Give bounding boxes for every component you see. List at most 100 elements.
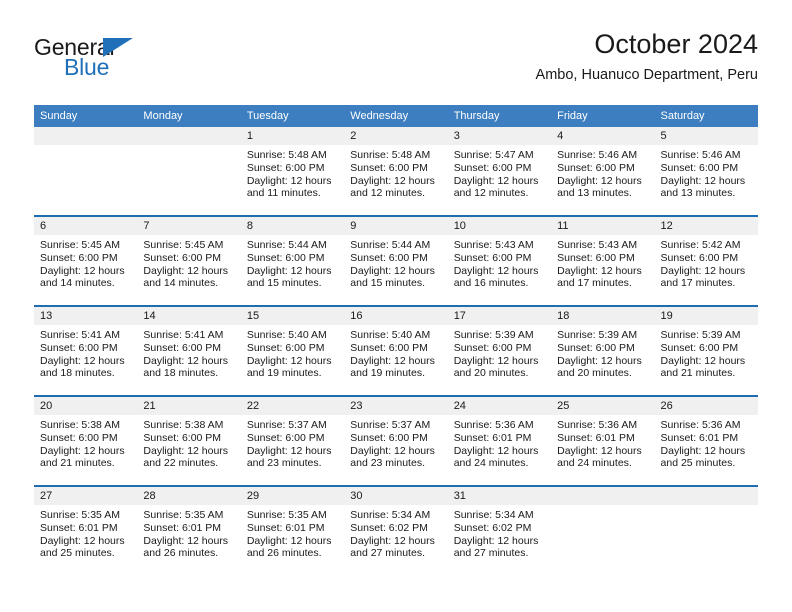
calendar-day-cell[interactable]: 3 Sunrise: 5:47 AM Sunset: 6:00 PM Daylight… [447,127,552,216]
brand-logo[interactable]: General Blue [34,36,214,86]
calendar-day-cell[interactable]: 25 Sunrise: 5:36 AM Sunset: 6:01 PM Dayligh… [551,395,655,486]
sunset-time: Sunset: 6:00 PM [246,161,325,174]
calendar-day-cell[interactable]: 9 Sunrise: 5:44 AM Sunset: 6:00 PM Daylight… [344,215,448,306]
sunset-time: Sunset: 6:00 PM [557,251,635,264]
day-cell-content: 7 Sunrise: 5:45 AM Sunset: 6:00 PM Daylight… [137,217,241,305]
sunset-time: Sunset: 6:01 PM [453,431,532,444]
sunrise-time: Sunrise: 5:37 AM [350,419,431,431]
calendar-day-cell[interactable]: 24 Sunrise: 5:36 AM Sunset: 6:01 PM Dayligh… [447,395,552,486]
daylight-duration: Daylight: 12 hours and 20 minutes. [557,354,642,380]
calendar-day-cell[interactable]: 14 Sunrise: 5:41 AM Sunset: 6:00 PM Dayligh… [137,305,241,396]
calendar-day-cell[interactable]: 26 Sunrise: 5:36 AM Sunset: 6:01 PM Dayligh… [654,395,758,486]
day-sun-info: Sunrise: 5:35 AM Sunset: 6:01 PM Daylight:… [137,505,240,560]
sunset-time: Sunset: 6:00 PM [350,251,428,264]
calendar-day-cell[interactable]: 29 Sunrise: 5:35 AM Sunset: 6:01 PM Dayligh… [240,485,345,575]
day-cell-content: 25 Sunrise: 5:36 AM Sunset: 6:01 PM Dayligh… [551,397,655,485]
day-number: 24 [447,397,552,415]
sunset-time: Sunset: 6:02 PM [453,521,532,534]
day-cell-content: 26 Sunrise: 5:36 AM Sunset: 6:01 PM Dayligh… [654,397,758,485]
day-sun-info: Sunrise: 5:39 AM Sunset: 6:00 PM Daylight:… [551,325,654,380]
calendar-body: 1 Sunrise: 5:48 AM Sunset: 6:00 PM Daylight… [34,127,758,575]
day-cell-content: 14 Sunrise: 5:41 AM Sunset: 6:00 PM Dayligh… [137,307,241,395]
calendar-day-cell [34,127,138,216]
calendar-day-cell[interactable]: 20 Sunrise: 5:38 AM Sunset: 6:00 PM Dayligh… [34,395,138,486]
calendar-day-cell[interactable]: 31 Sunrise: 5:34 AM Sunset: 6:02 PM Dayligh… [447,485,552,575]
sunrise-time: Sunrise: 5:39 AM [557,329,638,341]
sunset-time: Sunset: 6:01 PM [143,521,222,534]
calendar-day-cell[interactable]: 13 Sunrise: 5:41 AM Sunset: 6:00 PM Dayligh… [34,305,138,396]
day-sun-info: Sunrise: 5:45 AM Sunset: 6:00 PM Daylight:… [34,235,137,290]
daylight-duration: Daylight: 12 hours and 16 minutes. [453,264,539,290]
sunrise-time: Sunrise: 5:34 AM [453,509,534,521]
daylight-duration: Daylight: 12 hours and 24 minutes. [453,444,539,470]
day-sun-info: Sunrise: 5:34 AM Sunset: 6:02 PM Daylight:… [344,505,447,560]
day-number: 23 [344,397,448,415]
sunset-time: Sunset: 6:00 PM [453,251,532,264]
day-sun-info: Sunrise: 5:36 AM Sunset: 6:01 PM Daylight:… [448,415,551,470]
day-number: 7 [137,217,241,235]
day-number: 26 [654,397,758,415]
calendar-day-cell[interactable]: 18 Sunrise: 5:39 AM Sunset: 6:00 PM Dayligh… [551,305,655,396]
calendar-day-cell[interactable]: 15 Sunrise: 5:40 AM Sunset: 6:00 PM Dayligh… [240,305,345,396]
calendar-day-cell[interactable]: 28 Sunrise: 5:35 AM Sunset: 6:01 PM Dayligh… [137,485,241,575]
day-sun-info: Sunrise: 5:37 AM Sunset: 6:00 PM Daylight:… [241,415,344,470]
sunset-time: Sunset: 6:00 PM [660,341,739,354]
weekday-header-row: Sunday Monday Tuesday Wednesday Thursday… [34,105,758,127]
daylight-duration: Daylight: 12 hours and 17 minutes. [660,264,746,290]
calendar-day-cell[interactable]: 5 Sunrise: 5:46 AM Sunset: 6:00 PM Daylight… [654,127,758,216]
sunrise-time: Sunrise: 5:35 AM [143,509,224,521]
sunset-time: Sunset: 6:00 PM [350,161,428,174]
day-cell-content: 19 Sunrise: 5:39 AM Sunset: 6:00 PM Dayligh… [654,307,758,395]
calendar-day-cell[interactable]: 30 Sunrise: 5:34 AM Sunset: 6:02 PM Dayligh… [344,485,448,575]
calendar-day-cell[interactable]: 2 Sunrise: 5:48 AM Sunset: 6:00 PM Daylight… [344,127,448,216]
calendar-day-cell[interactable]: 17 Sunrise: 5:39 AM Sunset: 6:00 PM Dayligh… [447,305,552,396]
calendar-day-cell[interactable]: 6 Sunrise: 5:45 AM Sunset: 6:00 PM Daylight… [34,215,138,306]
daylight-duration: Daylight: 12 hours and 18 minutes. [143,354,229,380]
day-number: 27 [34,487,138,505]
calendar-header-row: Sunday Monday Tuesday Wednesday Thursday… [34,105,758,127]
day-cell-content: 30 Sunrise: 5:34 AM Sunset: 6:02 PM Dayligh… [344,487,448,575]
sunset-time: Sunset: 6:02 PM [350,521,428,534]
day-number: 13 [34,307,138,325]
day-cell-content [654,487,758,575]
calendar-day-cell[interactable]: 16 Sunrise: 5:40 AM Sunset: 6:00 PM Dayligh… [344,305,448,396]
daylight-duration: Daylight: 12 hours and 23 minutes. [246,444,332,470]
calendar-day-cell[interactable]: 8 Sunrise: 5:44 AM Sunset: 6:00 PM Daylight… [240,215,345,306]
calendar-day-cell[interactable]: 11 Sunrise: 5:43 AM Sunset: 6:00 PM Dayligh… [551,215,655,306]
sunrise-time: Sunrise: 5:39 AM [660,329,741,341]
sunrise-time: Sunrise: 5:48 AM [246,149,327,161]
day-number: 28 [137,487,241,505]
daylight-duration: Daylight: 12 hours and 17 minutes. [557,264,642,290]
calendar-day-cell[interactable]: 12 Sunrise: 5:42 AM Sunset: 6:00 PM Dayligh… [654,215,758,306]
calendar-day-cell[interactable]: 21 Sunrise: 5:38 AM Sunset: 6:00 PM Dayligh… [137,395,241,486]
day-cell-content: 22 Sunrise: 5:37 AM Sunset: 6:00 PM Dayligh… [240,397,345,485]
day-sun-info: Sunrise: 5:42 AM Sunset: 6:00 PM Daylight:… [655,235,758,290]
calendar-day-cell[interactable]: 19 Sunrise: 5:39 AM Sunset: 6:00 PM Dayligh… [654,305,758,396]
daylight-duration: Daylight: 12 hours and 19 minutes. [350,354,435,380]
day-cell-content [551,487,655,575]
calendar-day-cell[interactable]: 22 Sunrise: 5:37 AM Sunset: 6:00 PM Dayligh… [240,395,345,486]
sunrise-time: Sunrise: 5:40 AM [246,329,327,341]
calendar-day-cell[interactable]: 7 Sunrise: 5:45 AM Sunset: 6:00 PM Daylight… [137,215,241,306]
weekday-header-sunday: Sunday [34,105,138,127]
calendar-day-cell[interactable]: 23 Sunrise: 5:37 AM Sunset: 6:00 PM Dayligh… [344,395,448,486]
sunset-time: Sunset: 6:01 PM [660,431,739,444]
weekday-header-saturday: Saturday [654,105,758,127]
daylight-duration: Daylight: 12 hours and 12 minutes. [350,174,435,200]
day-number: 4 [551,127,655,145]
calendar-day-cell[interactable]: 1 Sunrise: 5:48 AM Sunset: 6:00 PM Daylight… [240,127,345,216]
sunset-time: Sunset: 6:00 PM [143,431,222,444]
sunset-time: Sunset: 6:00 PM [350,431,428,444]
day-number: 21 [137,397,241,415]
day-number [654,487,758,505]
sunset-time: Sunset: 6:00 PM [40,341,118,354]
day-cell-content: 20 Sunrise: 5:38 AM Sunset: 6:00 PM Dayligh… [34,397,138,485]
sunrise-time: Sunrise: 5:34 AM [350,509,431,521]
calendar-day-cell[interactable]: 4 Sunrise: 5:46 AM Sunset: 6:00 PM Daylight… [551,127,655,216]
day-cell-content: 15 Sunrise: 5:40 AM Sunset: 6:00 PM Dayligh… [240,307,345,395]
calendar-day-cell[interactable]: 27 Sunrise: 5:35 AM Sunset: 6:01 PM Dayligh… [34,485,138,575]
sunset-time: Sunset: 6:00 PM [40,251,118,264]
day-number: 18 [551,307,655,325]
calendar-day-cell[interactable]: 10 Sunrise: 5:43 AM Sunset: 6:00 PM Dayligh… [447,215,552,306]
calendar-day-cell [137,127,241,216]
